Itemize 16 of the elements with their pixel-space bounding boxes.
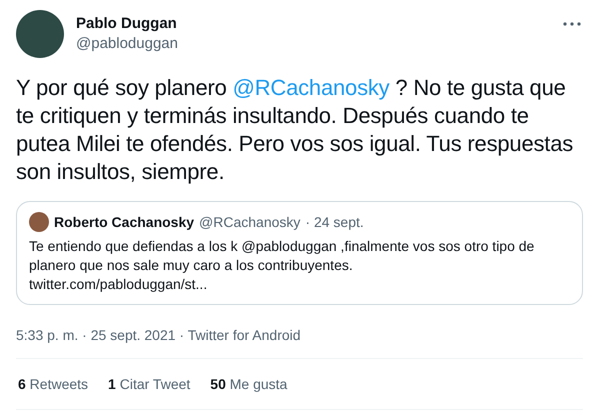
stat-count[interactable]: 6 Retweets <box>18 376 88 392</box>
quoted-link: twitter.com/pabloduggan/st... <box>29 276 208 292</box>
quoted-tweet-text: Te entiendo que defiendas a los k @pabloduggan ,finalmente vos sos otro tipo de planero que nos sale muy caro a los contribuyentes. twitter.com/pabloduggan/st... <box>29 237 536 294</box>
tweet-timestamp: 5:33 p. m. · 25 sept. 2021 · Twitter for Android <box>16 327 302 343</box>
author-handle[interactable]: @pabloduggan <box>76 34 551 54</box>
avatar-photo-placeholder[interactable] <box>16 10 64 58</box>
author-name[interactable]: Pablo Duggan <box>76 14 551 34</box>
quoted-date: · 24 sept. <box>305 214 364 230</box>
tweet-text: Y por qué soy planero @RCachanosky ? No te gusta que te critiquen y terminás insultando. Después cuando te putea Milei te ofendés. Pero vos sos igual. Tus respuestas son insultos, siempre. <box>16 74 574 186</box>
stat-count[interactable]: 50 Me gusta <box>210 376 288 392</box>
quoted-tweet-card[interactable] <box>16 201 583 305</box>
quoted-author-name: Roberto Cachanosky <box>54 214 194 230</box>
more-icon[interactable] <box>563 22 581 26</box>
quoted-author-handle: @RCachanosky <box>199 214 300 230</box>
avatar-photo-placeholder <box>29 212 49 232</box>
stat-count[interactable]: 1 Citar Tweet <box>108 376 190 392</box>
